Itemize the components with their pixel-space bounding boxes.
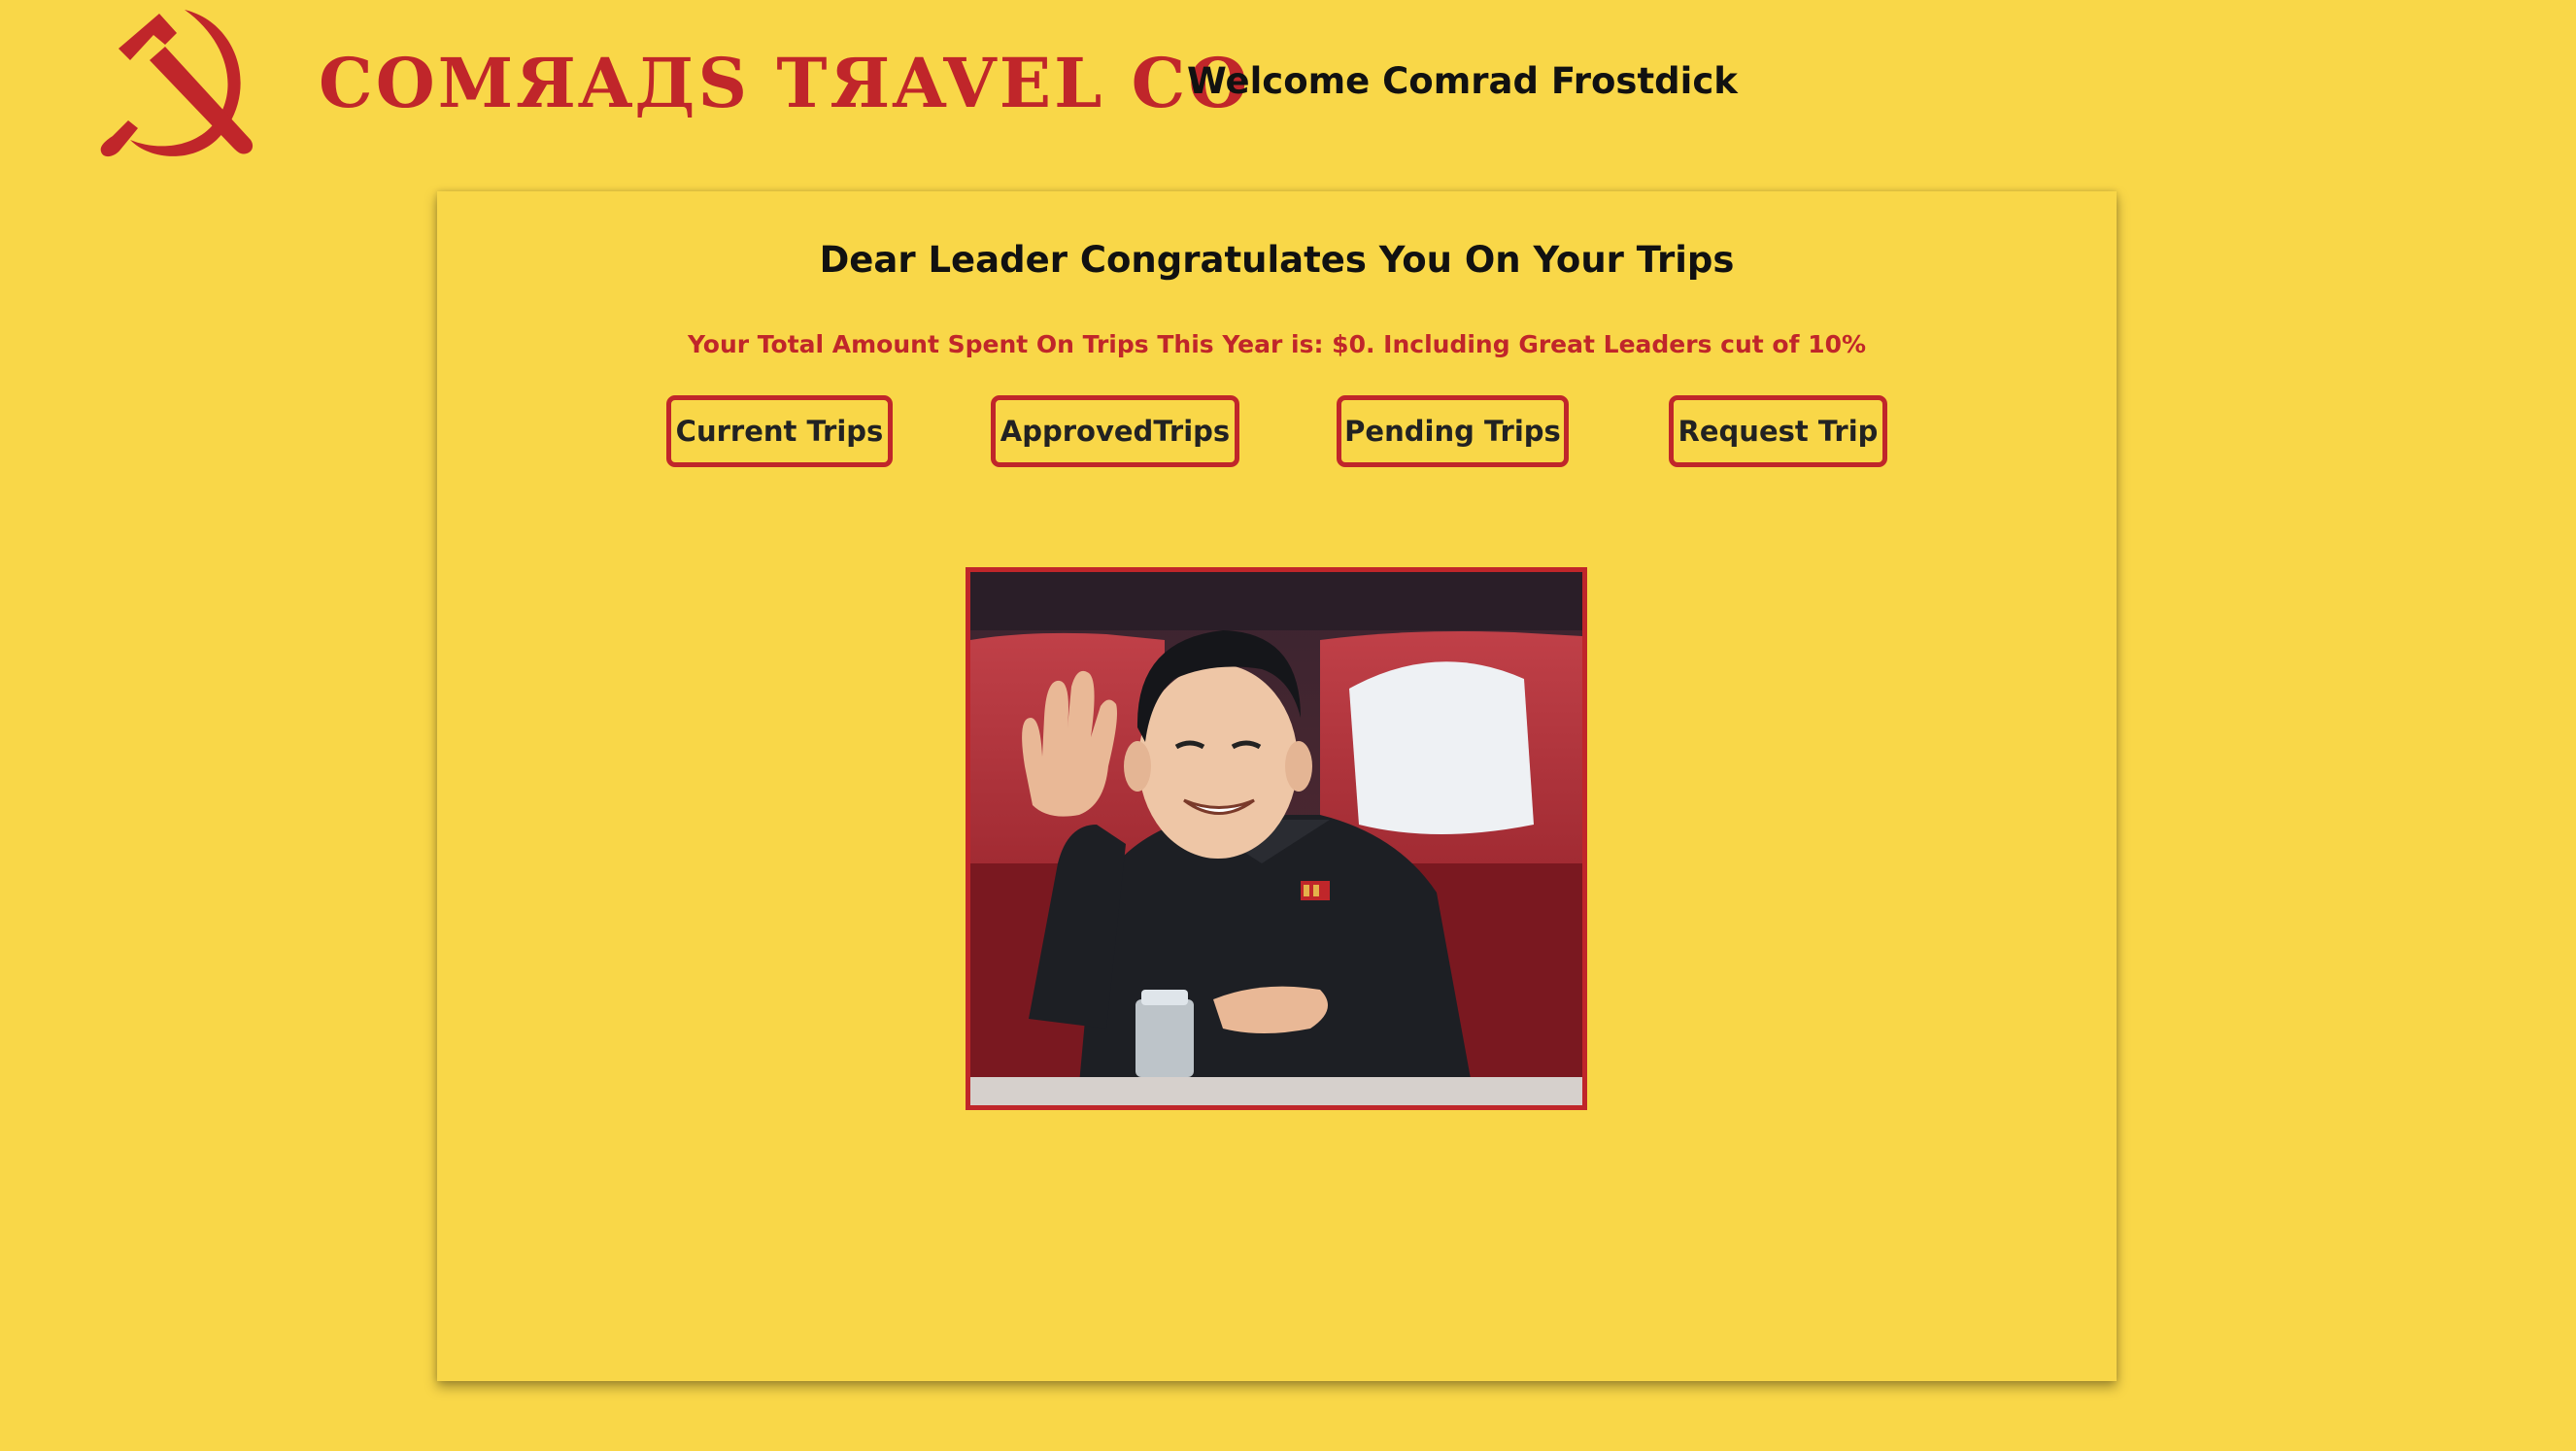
- page: COMЯAДS TЯAVEL CO Welcome Comrad Frostdi…: [0, 0, 2576, 1451]
- brand-title: COMЯAДS TЯAVEL CO: [319, 43, 1251, 123]
- welcome-message: Welcome Comrad Frostdick: [1187, 60, 1738, 102]
- current-trips-button[interactable]: Current Trips: [666, 395, 893, 467]
- total-spent-text: Your Total Amount Spent On Trips This Ye…: [687, 330, 1867, 358]
- pending-trips-button[interactable]: Pending Trips: [1337, 395, 1569, 467]
- request-trip-button[interactable]: Request Trip: [1669, 395, 1887, 467]
- page-title: Dear Leader Congratulates You On Your Tr…: [819, 239, 1735, 281]
- trips-card: Dear Leader Congratulates You On Your Tr…: [437, 191, 2117, 1381]
- hammer-and-sickle-icon: [100, 10, 254, 157]
- leader-photo-illustration: [970, 572, 1582, 1105]
- approved-trips-button[interactable]: ApprovedTrips: [991, 395, 1239, 467]
- leader-photo: [966, 567, 1587, 1110]
